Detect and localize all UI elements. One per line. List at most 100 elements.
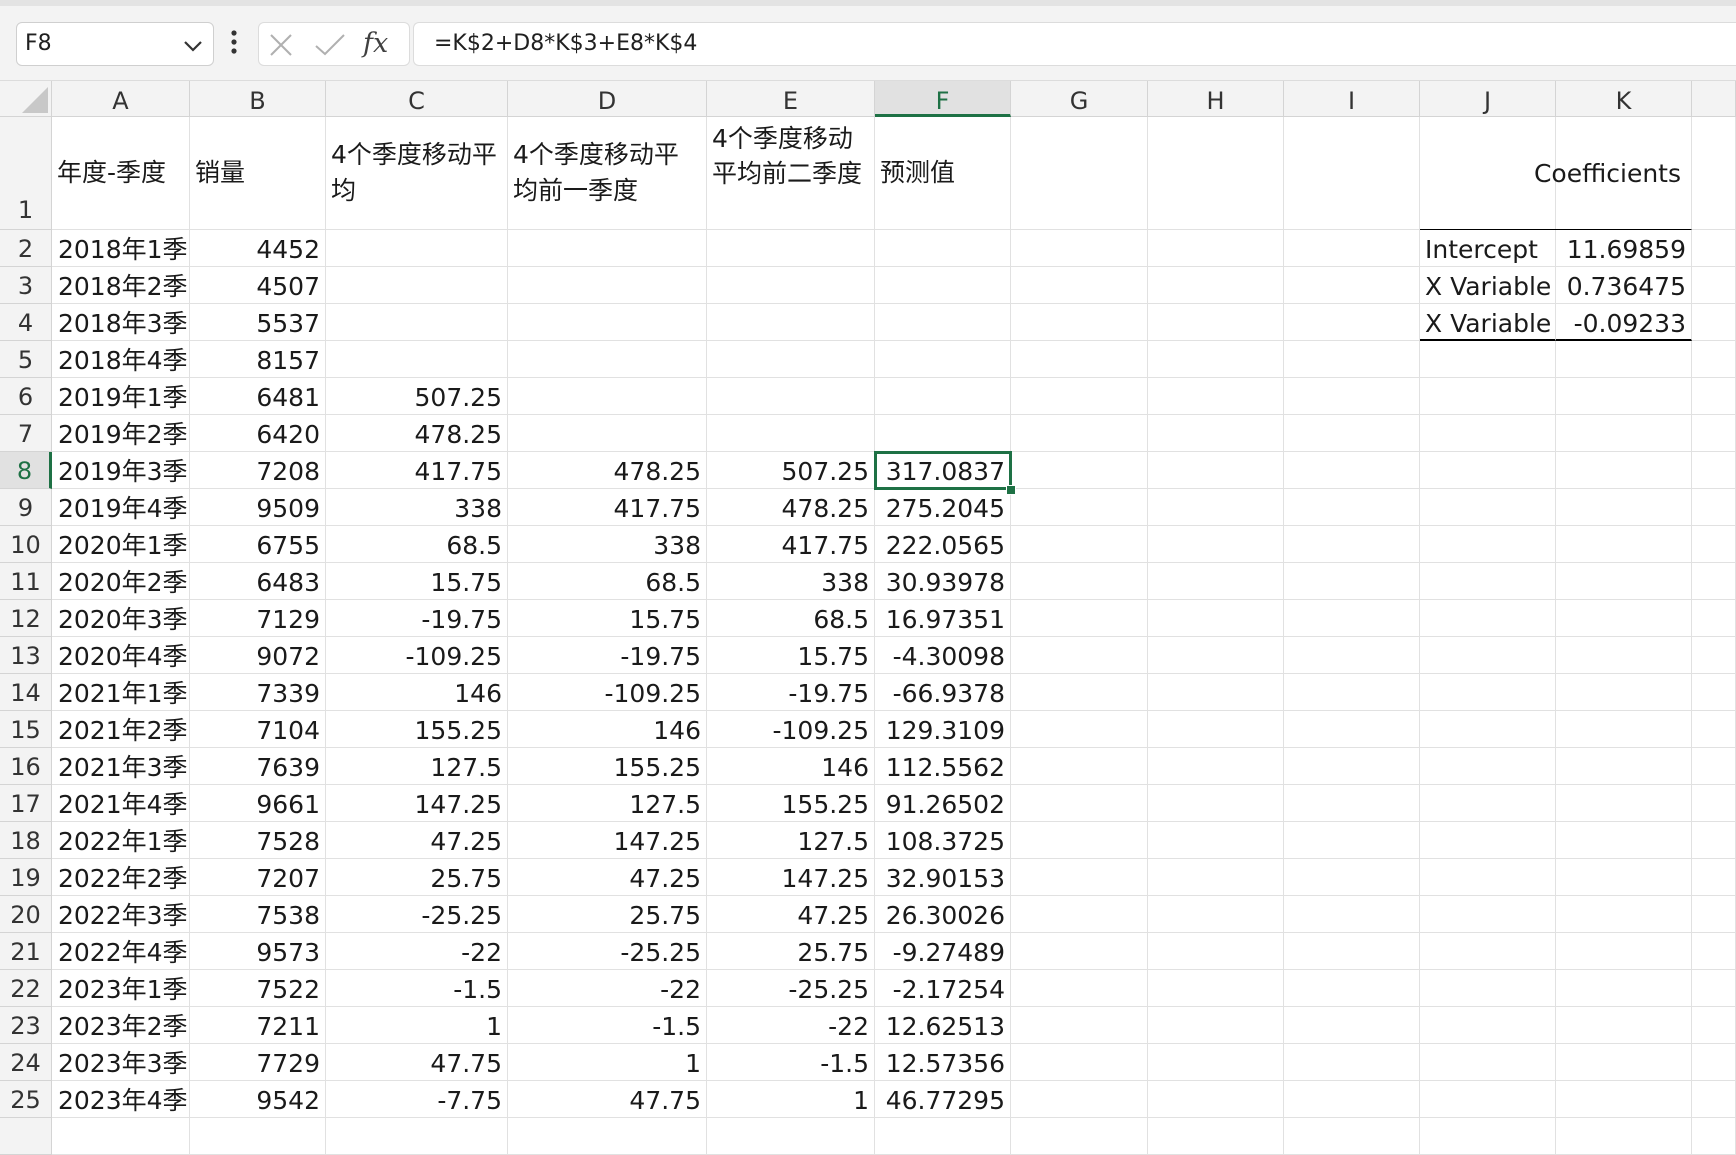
- cell-bg[interactable]: [1284, 415, 1420, 452]
- value-cell-e[interactable]: 47.25: [707, 896, 875, 933]
- row-header-7[interactable]: 7: [0, 415, 52, 452]
- cell-bg[interactable]: [1556, 748, 1692, 785]
- value-cell-f[interactable]: [875, 230, 1011, 267]
- cell-bg[interactable]: [1284, 563, 1420, 600]
- value-cell-b[interactable]: 6755: [190, 526, 326, 563]
- cell-bg[interactable]: [1011, 415, 1148, 452]
- column-header-j[interactable]: J: [1420, 81, 1556, 117]
- cell-bg[interactable]: [1011, 859, 1148, 896]
- value-cell-d[interactable]: [508, 304, 707, 341]
- column-header-f[interactable]: F: [875, 81, 1011, 117]
- value-cell-c[interactable]: 1: [326, 1007, 508, 1044]
- cell-bg[interactable]: [1692, 341, 1736, 378]
- value-cell-d[interactable]: [508, 230, 707, 267]
- value-cell-d[interactable]: -109.25: [508, 674, 707, 711]
- cell-bg[interactable]: [1011, 674, 1148, 711]
- column-header-b[interactable]: B: [190, 81, 326, 117]
- cell-bg[interactable]: [1692, 526, 1736, 563]
- row-header-5[interactable]: 5: [0, 341, 52, 378]
- period-cell[interactable]: 2023年3季: [52, 1044, 190, 1081]
- cell-bg[interactable]: [1692, 859, 1736, 896]
- cell-bg[interactable]: [1420, 711, 1556, 748]
- period-cell[interactable]: 2018年3季: [52, 304, 190, 341]
- cell-bg[interactable]: [1556, 637, 1692, 674]
- value-cell-c[interactable]: [326, 304, 508, 341]
- cell-bg[interactable]: [1284, 1081, 1420, 1118]
- cell-bg[interactable]: [1284, 970, 1420, 1007]
- cell-bg[interactable]: [1011, 117, 1148, 230]
- cell-bg[interactable]: [1284, 1044, 1420, 1081]
- value-cell-b[interactable]: 9573: [190, 933, 326, 970]
- period-cell[interactable]: 2019年3季: [52, 452, 190, 489]
- value-cell-c[interactable]: 47.75: [326, 1044, 508, 1081]
- cell-bg[interactable]: [1284, 1007, 1420, 1044]
- value-cell-d[interactable]: -19.75: [508, 637, 707, 674]
- value-cell-b[interactable]: 8157: [190, 341, 326, 378]
- value-cell-d[interactable]: [508, 415, 707, 452]
- value-cell-e[interactable]: 127.5: [707, 822, 875, 859]
- value-cell-b[interactable]: 7104: [190, 711, 326, 748]
- value-cell-c[interactable]: -25.25: [326, 896, 508, 933]
- value-cell-d[interactable]: 68.5: [508, 563, 707, 600]
- column-header-e[interactable]: E: [707, 81, 875, 117]
- cell-bg[interactable]: [1556, 970, 1692, 1007]
- value-cell-b[interactable]: 7208: [190, 452, 326, 489]
- period-cell[interactable]: 2022年3季: [52, 896, 190, 933]
- cell-bg[interactable]: [1556, 452, 1692, 489]
- row-header-18[interactable]: 18: [0, 822, 52, 859]
- coef-label-cell[interactable]: X Variable: [1420, 267, 1556, 304]
- row-header-13[interactable]: 13: [0, 637, 52, 674]
- value-cell-c[interactable]: -22: [326, 933, 508, 970]
- value-cell-e[interactable]: -1.5: [707, 1044, 875, 1081]
- cell-bg[interactable]: [52, 1118, 190, 1155]
- row-header-11[interactable]: 11: [0, 563, 52, 600]
- value-cell-b[interactable]: 7339: [190, 674, 326, 711]
- value-cell-b[interactable]: 6483: [190, 563, 326, 600]
- cell-bg[interactable]: [1420, 526, 1556, 563]
- cell-bg[interactable]: [1284, 267, 1420, 304]
- value-cell-b[interactable]: 6420: [190, 415, 326, 452]
- value-cell-f[interactable]: 112.5562: [875, 748, 1011, 785]
- row-header-25[interactable]: 25: [0, 1081, 52, 1118]
- cell-bg[interactable]: [1420, 896, 1556, 933]
- cell-bg[interactable]: [1692, 267, 1736, 304]
- value-cell-c[interactable]: 478.25: [326, 415, 508, 452]
- cell-bg[interactable]: [1011, 1081, 1148, 1118]
- cell-bg[interactable]: [1011, 970, 1148, 1007]
- cell-bg[interactable]: [1148, 378, 1284, 415]
- value-cell-b[interactable]: 7522: [190, 970, 326, 1007]
- row-header-12[interactable]: 12: [0, 600, 52, 637]
- cell-bg[interactable]: [1148, 304, 1284, 341]
- header-cell-b[interactable]: 销量: [190, 117, 326, 230]
- cell-bg[interactable]: [1556, 859, 1692, 896]
- row-header-10[interactable]: 10: [0, 526, 52, 563]
- row-header-22[interactable]: 22: [0, 970, 52, 1007]
- cell-bg[interactable]: [1692, 230, 1736, 267]
- cell-bg[interactable]: [1556, 415, 1692, 452]
- value-cell-f[interactable]: -4.30098: [875, 637, 1011, 674]
- cell-bg[interactable]: [1284, 1118, 1420, 1155]
- cell-bg[interactable]: [1011, 933, 1148, 970]
- value-cell-b[interactable]: 7207: [190, 859, 326, 896]
- cell-bg[interactable]: [1420, 933, 1556, 970]
- cell-bg[interactable]: [1692, 822, 1736, 859]
- spreadsheet-grid[interactable]: A B C D E F G H I J K 1 2 3 4 5 6 7 8 9 10 11 12 13 14 15 16 17 18 19…: [0, 81, 1736, 1155]
- cell-bg[interactable]: [1148, 267, 1284, 304]
- value-cell-d[interactable]: 155.25: [508, 748, 707, 785]
- more-options-icon[interactable]: [230, 28, 238, 62]
- value-cell-e[interactable]: [707, 378, 875, 415]
- cell-bg[interactable]: [1148, 1118, 1284, 1155]
- period-cell[interactable]: 2018年4季: [52, 341, 190, 378]
- cell-bg[interactable]: [1148, 600, 1284, 637]
- cell-bg[interactable]: [1556, 563, 1692, 600]
- cell-bg[interactable]: [1556, 1007, 1692, 1044]
- cell-bg[interactable]: [1692, 1007, 1736, 1044]
- cell-bg[interactable]: [1556, 526, 1692, 563]
- value-cell-c[interactable]: 25.75: [326, 859, 508, 896]
- cell-bg[interactable]: [1556, 896, 1692, 933]
- row-header-2[interactable]: 2: [0, 230, 52, 267]
- cell-bg[interactable]: [1692, 304, 1736, 341]
- value-cell-f[interactable]: 12.57356: [875, 1044, 1011, 1081]
- cell-bg[interactable]: [1420, 970, 1556, 1007]
- value-cell-e[interactable]: 68.5: [707, 600, 875, 637]
